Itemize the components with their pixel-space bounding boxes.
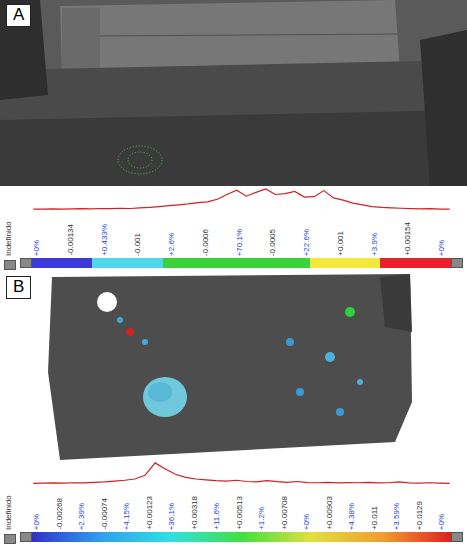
tick-label: +0% (32, 514, 42, 530)
scale-cap (20, 258, 32, 268)
scale-segment (32, 258, 92, 268)
tick-label: +4.15% (122, 503, 132, 530)
tick-label: +0.00513 (235, 496, 245, 530)
tick-label: +0% (437, 240, 447, 256)
tick-label: +0.0129 (415, 501, 425, 530)
scale-cap (451, 532, 463, 542)
tick-label: +0.00154 (403, 222, 413, 256)
figure-panel: B Indefinido +0% -0.00268 +2.39% -0.00074 +4.1… (0, 272, 467, 546)
tick-label: +4.38% (347, 503, 357, 530)
tick-label: +0.00903 (325, 496, 335, 530)
tick-labels: +0% -0.00134 +0.433% -0.001 +2.6% -0.0006 +70.… (20, 210, 463, 256)
tick-label: +0% (302, 514, 312, 530)
model-render: B (0, 272, 467, 460)
figure-panel: A Indefinido +0% -0.00134 +0.433% -0.001 +2.6%… (0, 0, 467, 272)
model-render: A (0, 0, 467, 186)
tick-label: +0.011 (370, 506, 380, 530)
deviation-histogram: Indefinido +0% -0.00134 +0.433% -0.001 +2.6% -… (0, 186, 467, 272)
color-scale (20, 532, 463, 542)
undefined-column: Indefinido (4, 188, 20, 270)
tick-label: +0% (437, 514, 447, 530)
panel-letter: A (6, 4, 31, 27)
tick-label: +70.1% (235, 229, 245, 256)
tick-label: -0.00134 (66, 224, 76, 256)
undefined-swatch (4, 534, 16, 544)
tick-label: +3.9% (370, 233, 380, 256)
undefined-column: Indefinido (4, 462, 20, 544)
tick-label: +0.433% (100, 224, 110, 256)
scale-gradient (32, 532, 451, 542)
tick-label: +0.00123 (145, 496, 155, 530)
undefined-label: Indefinido (4, 470, 20, 530)
tick-label: -0.0006 (201, 229, 211, 256)
tick-label: +0.00318 (190, 496, 200, 530)
histogram-line (33, 463, 449, 483)
figure: A Indefinido +0% -0.00134 +0.433% -0.001 +2.6%… (0, 0, 467, 546)
tick-label: -0.001 (133, 233, 143, 256)
undefined-swatch (4, 260, 16, 270)
tick-label: -0.0005 (268, 229, 278, 256)
histogram-line (33, 189, 449, 209)
undefined-label: Indefinido (4, 196, 20, 256)
tick-label: +3.59% (392, 503, 402, 530)
scale-colors (32, 258, 451, 268)
histogram-curve (20, 462, 463, 484)
tick-label: -0.00268 (55, 498, 65, 530)
tick-label: +0% (32, 240, 42, 256)
panel-letter: B (6, 276, 31, 299)
tick-label: +11.6% (212, 503, 222, 530)
color-scale (20, 258, 463, 268)
deviation-histogram: Indefinido +0% -0.00268 +2.39% -0.00074 +4.15… (0, 460, 467, 546)
tick-label: +22.6% (302, 229, 312, 256)
scale-cap (20, 532, 32, 542)
tick-label: +36.1% (167, 503, 177, 530)
scale-colors (32, 532, 451, 542)
histogram-main: +0% -0.00134 +0.433% -0.001 +2.6% -0.0006 +70.… (20, 188, 463, 270)
scale-segment (92, 258, 163, 268)
tick-label: +0.00708 (280, 496, 290, 530)
histogram-main: +0% -0.00268 +2.39% -0.00074 +4.15% +0.00123 +… (20, 462, 463, 544)
scale-segment (163, 258, 310, 268)
tick-label: +1.2% (257, 507, 267, 530)
tick-label: +0.001 (336, 231, 346, 256)
scale-segment (310, 258, 381, 268)
histogram-curve (20, 188, 463, 210)
scale-cap (451, 258, 463, 268)
scale-segment (380, 258, 451, 268)
tick-label: +2.6% (167, 233, 177, 256)
tick-label: -0.00074 (100, 498, 110, 530)
tick-label: +2.39% (77, 503, 87, 530)
tick-labels: +0% -0.00268 +2.39% -0.00074 +4.15% +0.00123 +… (20, 484, 463, 530)
